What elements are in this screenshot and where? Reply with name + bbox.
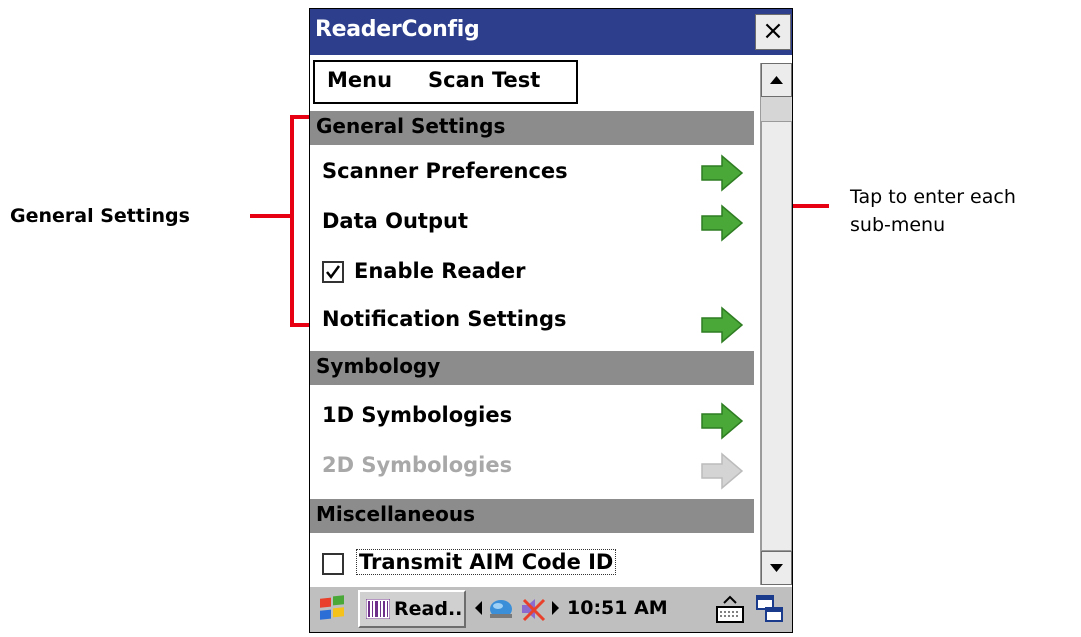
volume-icon[interactable]	[518, 594, 548, 624]
menu-row-notification-settings[interactable]: Notification Settings	[310, 301, 754, 347]
annotation-tap-label-line2: sub-menu	[850, 214, 946, 236]
network-icon[interactable]	[486, 594, 516, 624]
menu-row-data-output[interactable]: Data Output	[310, 199, 754, 245]
close-button[interactable]: ×	[755, 14, 791, 50]
reader-config-window: ReaderConfig × Menu Scan Test General Se…	[309, 8, 793, 633]
vertical-scrollbar[interactable]	[760, 63, 792, 585]
windows-start-icon[interactable]	[318, 595, 346, 623]
menu-row-2d-symbologies: 2D Symbologies	[310, 445, 754, 491]
menu-row-1d-symbologies[interactable]: 1D Symbologies	[310, 395, 754, 441]
right-arrow-icon[interactable]	[699, 401, 745, 441]
tray-right-arrow-icon[interactable]	[550, 599, 560, 617]
enable-reader-label: Enable Reader	[354, 259, 526, 283]
row-label-scanner-preferences: Scanner Preferences	[322, 159, 568, 183]
desktop-icon[interactable]	[754, 593, 786, 625]
scroll-down-button[interactable]	[761, 551, 792, 585]
taskbar: Read.. 10:51 AM	[310, 586, 792, 632]
scroll-up-icon	[770, 76, 783, 84]
menu-button[interactable]: Menu	[327, 68, 392, 92]
transmit-aim-row[interactable]: Transmit AIM Code ID	[310, 541, 754, 585]
section-label-misc: Miscellaneous	[316, 502, 475, 526]
section-label-general: General Settings	[316, 114, 506, 138]
enable-reader-row[interactable]: Enable Reader	[310, 251, 754, 295]
scroll-thumb[interactable]	[761, 121, 792, 551]
menu-bar: Menu Scan Test	[313, 60, 578, 104]
scroll-down-icon	[770, 564, 783, 572]
title-bar: ReaderConfig ×	[310, 9, 792, 55]
keyboard-icon[interactable]	[714, 593, 746, 625]
annotation-general-settings-label: General Settings	[10, 205, 190, 227]
reader-app-icon	[366, 599, 390, 619]
menu-bar-area: Menu Scan Test	[310, 55, 760, 111]
annotation-tap-label-line1: Tap to enter each	[850, 186, 1016, 208]
scan-test-button[interactable]: Scan Test	[428, 68, 540, 92]
enable-reader-checkbox[interactable]	[322, 261, 344, 283]
annotation-connector-left	[250, 214, 292, 218]
checkmark-icon	[326, 265, 341, 280]
taskbar-app-label: Read..	[394, 598, 463, 620]
scroll-up-button[interactable]	[761, 63, 792, 97]
taskbar-app-button[interactable]: Read..	[358, 590, 466, 628]
annotation-bracket-vertical	[290, 115, 294, 327]
window-title: ReaderConfig	[315, 17, 480, 42]
section-header-general: General Settings	[310, 111, 754, 145]
menu-row-scanner-preferences[interactable]: Scanner Preferences	[310, 149, 754, 195]
row-label-1d-symbologies: 1D Symbologies	[322, 403, 513, 427]
row-label-data-output: Data Output	[322, 209, 468, 233]
right-arrow-icon[interactable]	[699, 305, 745, 345]
section-header-symbology: Symbology	[310, 351, 754, 385]
tray-left-arrow-icon[interactable]	[474, 599, 484, 617]
section-label-symbology: Symbology	[316, 354, 441, 378]
taskbar-clock[interactable]: 10:51 AM	[567, 597, 668, 619]
transmit-aim-checkbox[interactable]	[322, 553, 344, 575]
close-icon: ×	[762, 16, 784, 46]
row-label-2d-symbologies: 2D Symbologies	[322, 453, 513, 477]
right-arrow-icon[interactable]	[699, 203, 745, 243]
section-header-misc: Miscellaneous	[310, 499, 754, 533]
right-arrow-icon[interactable]	[699, 153, 745, 193]
row-label-notification-settings: Notification Settings	[322, 307, 567, 331]
transmit-aim-label: Transmit AIM Code ID	[356, 549, 617, 575]
right-arrow-disabled-icon	[701, 452, 744, 490]
